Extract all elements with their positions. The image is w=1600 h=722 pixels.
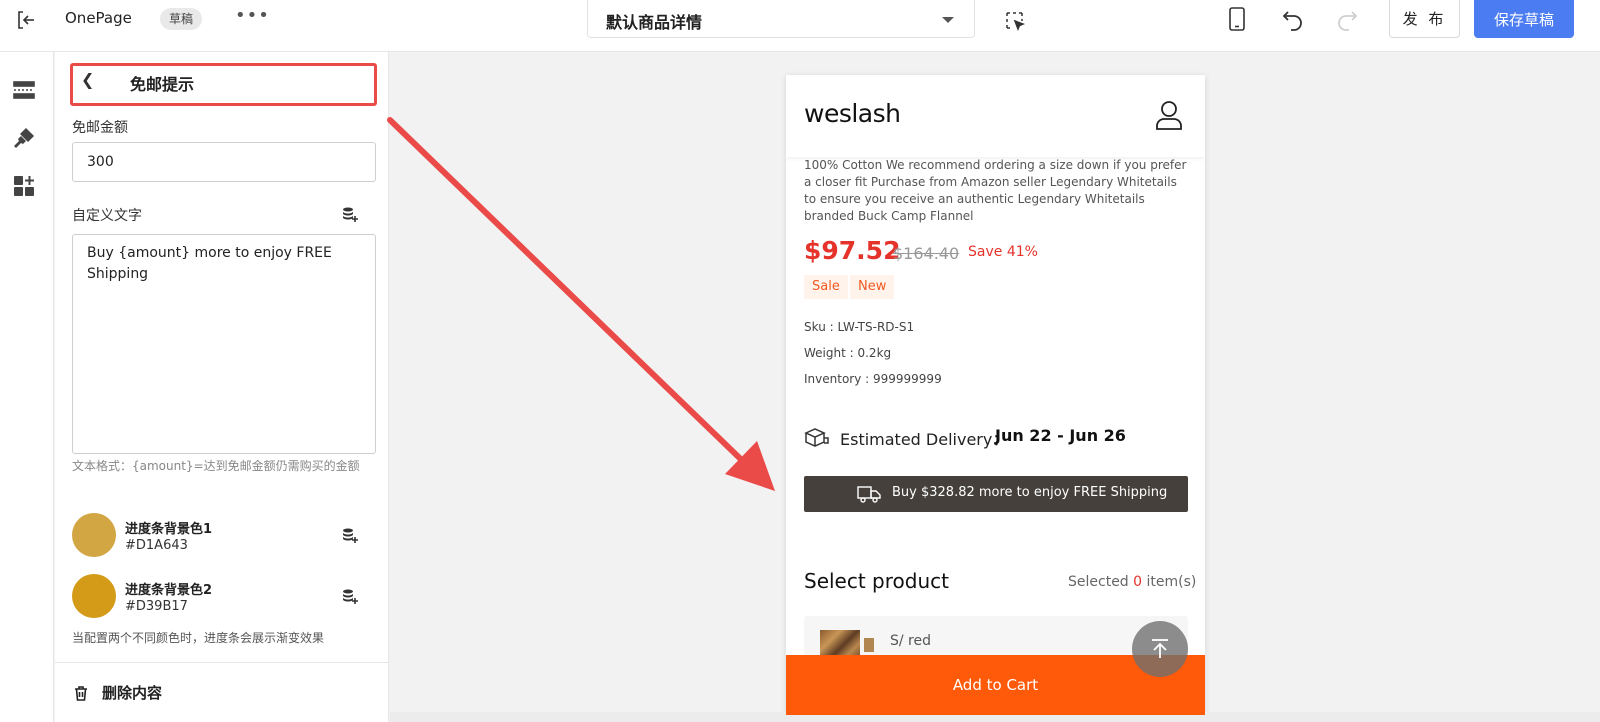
annotation-arrow-icon: [387, 117, 775, 491]
delete-content-label: 删除内容: [102, 684, 163, 702]
panel-title: 免邮提示: [130, 75, 195, 94]
color-2-title: 进度条背景色2: [125, 583, 213, 598]
publish-button[interactable]: 发 布: [1389, 0, 1460, 38]
dynamic-source-icon[interactable]: [341, 588, 359, 606]
store-header: weslash: [786, 75, 1205, 157]
save-percent: Save 41%: [968, 244, 1038, 260]
store-logo[interactable]: weslash: [804, 99, 901, 128]
mobile-preview-icon[interactable]: [1226, 6, 1248, 32]
arrow-up-icon: [1152, 639, 1168, 658]
delivery-box-icon: [804, 428, 829, 447]
back-to-top-button[interactable]: [1132, 621, 1188, 677]
status-badge: 草稿: [160, 8, 203, 30]
product-thumbnail-small: [864, 638, 874, 652]
settings-panel: ❮ 免邮提示 免邮金额 自定义文字 Buy {amount} more to e…: [55, 52, 389, 722]
selected-count: Selected 0 item(s): [1068, 574, 1197, 590]
chevron-down-icon: [942, 17, 954, 23]
undo-icon[interactable]: [1280, 6, 1306, 32]
variant-label: S/ red: [890, 633, 932, 649]
template-select-value: 默认商品详情: [606, 13, 703, 32]
user-icon[interactable]: [1154, 99, 1184, 131]
color-2-hex: #D39B17: [125, 599, 188, 614]
custom-text-textarea[interactable]: Buy {amount} more to enjoy FREE Shipping: [72, 234, 376, 454]
amount-input[interactable]: [72, 142, 376, 182]
custom-text-label: 自定义文字: [72, 208, 142, 224]
mobile-preview: weslash 100% Cotton We recommend orderin…: [786, 75, 1205, 722]
product-description: 100% Cotton We recommend ordering a size…: [804, 158, 1187, 223]
left-rail: [0, 52, 54, 722]
save-draft-button[interactable]: 保存草稿: [1474, 0, 1574, 38]
redo-icon[interactable]: [1334, 6, 1360, 32]
free-shipping-text: Buy $328.82 more to enjoy FREE Shipping: [892, 485, 1168, 500]
color-swatch-2[interactable]: [72, 574, 116, 618]
delivery-date: Jun 22 - Jun 26: [995, 426, 1126, 445]
add-block-icon[interactable]: [12, 174, 36, 198]
sku: Sku : LW-TS-RD-S1: [804, 320, 915, 334]
weight: Weight : 0.2kg: [804, 346, 892, 360]
exit-icon[interactable]: [14, 8, 38, 32]
selected-number: 0: [1133, 574, 1143, 590]
more-menu-button[interactable]: •••: [235, 5, 270, 26]
select-product-title: Select product: [804, 569, 949, 593]
top-bar: OnePage 草稿 ••• 默认商品详情 发 布 保存草稿: [0, 0, 1600, 52]
back-header[interactable]: ❮ 免邮提示: [70, 63, 377, 106]
delivery-label: Estimated Delivery：: [840, 430, 1009, 449]
color-1-hex: #D1A643: [125, 538, 188, 553]
amount-label: 免邮金额: [72, 120, 128, 136]
element-picker-icon[interactable]: [1004, 10, 1026, 32]
free-shipping-bar: Buy $328.82 more to enjoy FREE Shipping: [804, 476, 1188, 512]
trash-icon: [75, 686, 87, 701]
paint-icon[interactable]: [12, 126, 36, 150]
app-name: OnePage: [65, 9, 132, 27]
truck-icon: [857, 486, 881, 503]
section-icon[interactable]: [12, 78, 36, 102]
tag-sale: Sale: [804, 275, 848, 299]
tag-new: New: [850, 275, 895, 299]
product-price: $97.52: [804, 236, 901, 265]
template-select[interactable]: 默认商品详情: [587, 0, 975, 38]
color-1-title: 进度条背景色1: [125, 522, 213, 537]
compare-price: $164.40: [893, 244, 960, 263]
dynamic-source-icon[interactable]: [341, 206, 359, 224]
gradient-note: 当配置两个不同颜色时，进度条会展示渐变效果: [72, 631, 325, 645]
chevron-left-icon[interactable]: ❮: [81, 70, 94, 89]
inventory: Inventory : 999999999: [804, 372, 942, 386]
color-swatch-1[interactable]: [72, 513, 116, 557]
text-format-hint: 文本格式：{amount}=达到免邮金额仍需购买的金额: [72, 459, 360, 473]
dynamic-source-icon[interactable]: [341, 527, 359, 545]
divider: [55, 662, 389, 663]
